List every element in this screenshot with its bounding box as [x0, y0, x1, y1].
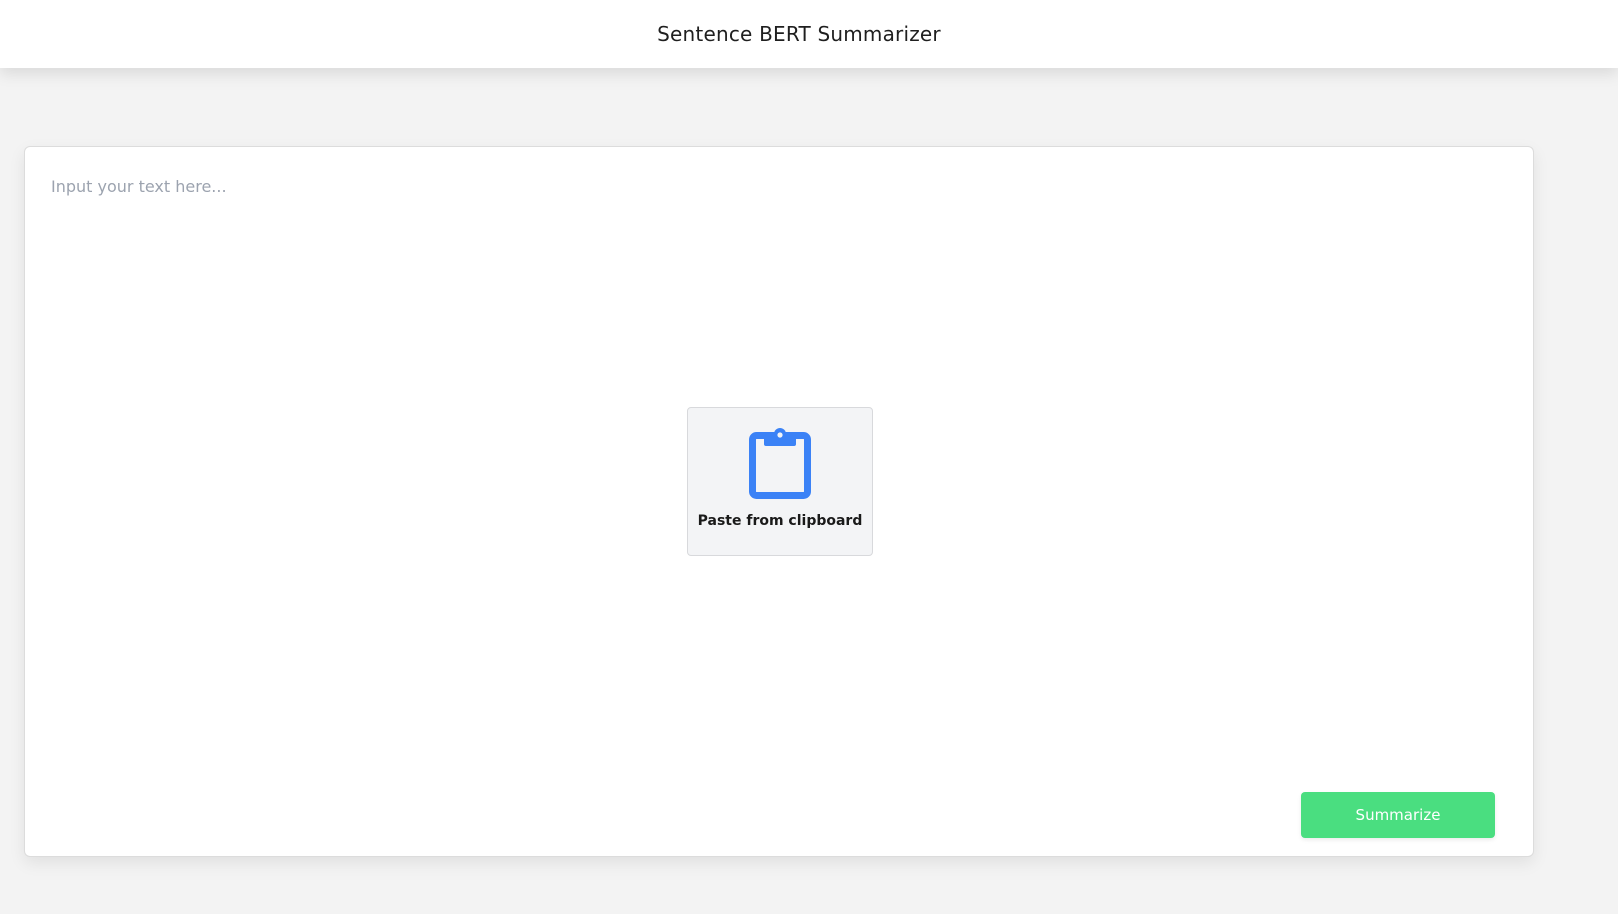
- paste-label: Paste from clipboard: [697, 513, 863, 529]
- clipboard-icon: [749, 428, 811, 499]
- editor-card: Paste from clipboard Summarize: [24, 146, 1534, 857]
- page-title: Sentence BERT Summarizer: [657, 22, 941, 46]
- paste-from-clipboard-button[interactable]: Paste from clipboard: [687, 407, 873, 556]
- summarize-button[interactable]: Summarize: [1301, 792, 1495, 838]
- top-bar: Sentence BERT Summarizer: [0, 0, 1618, 68]
